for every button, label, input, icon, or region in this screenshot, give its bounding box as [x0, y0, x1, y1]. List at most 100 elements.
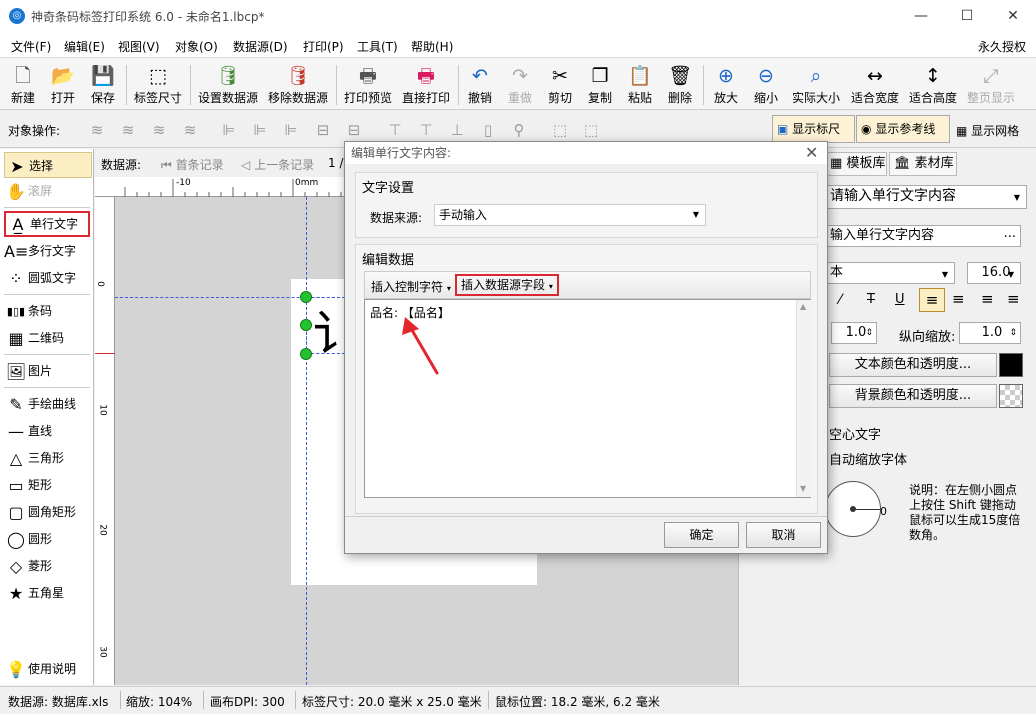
new-button[interactable]: 🗋 新建: [6, 62, 40, 108]
tool-rounded-rectangle[interactable]: ▢ 圆角矩形: [4, 499, 92, 525]
align-left-text-icon[interactable]: ≡: [919, 288, 945, 312]
fit-height-button[interactable]: ↕ 适合高度: [906, 62, 960, 108]
tab-assets[interactable]: 🏛 素材库: [889, 152, 957, 176]
remove-datasource-button[interactable]: 🛢 移除数据源: [266, 62, 330, 108]
layer-bottom-icon[interactable]: ≋: [180, 120, 200, 140]
text-type-select[interactable]: 请输入单行文字内容 ▼: [825, 185, 1027, 209]
tool-rectangle[interactable]: ▭ 矩形: [4, 472, 92, 498]
italic-icon[interactable]: ⁄: [839, 292, 841, 308]
layer-down-icon[interactable]: ≋: [149, 120, 169, 140]
prev-record-button[interactable]: ◁ 上一条记录: [241, 156, 314, 173]
close-button[interactable]: ✕: [990, 0, 1036, 32]
font-name-select[interactable]: 本 ▼: [825, 262, 955, 284]
distribute-v-icon[interactable]: ⊟: [344, 120, 364, 140]
label-size-button[interactable]: ⬚ 标签尺寸: [131, 62, 185, 108]
source-select[interactable]: 手动输入 ▼: [434, 204, 706, 226]
layer-up-icon[interactable]: ≋: [118, 120, 138, 140]
first-record-button[interactable]: ⏮ 首条记录: [161, 156, 224, 173]
tool-scroll[interactable]: ✋ 滚屏: [4, 178, 92, 204]
tool-multi-line-text[interactable]: A≡多行文字: [4, 238, 92, 264]
menu-datasource[interactable]: 数据源(D): [233, 38, 288, 55]
background-color-button[interactable]: 背景颜色和透明度...: [829, 384, 997, 408]
actual-size-button[interactable]: ⌕ 实际大小: [789, 62, 843, 108]
resize-handle-bottom[interactable]: [300, 348, 312, 360]
tool-line[interactable]: — 直线: [4, 418, 92, 444]
tool-barcode[interactable]: ▮▯▮ 条码: [4, 298, 92, 324]
maximize-button[interactable]: ☐: [944, 0, 990, 32]
align-right-icon[interactable]: ⊫: [281, 120, 301, 140]
tool-freehand[interactable]: ✎ 手绘曲线: [4, 391, 92, 417]
copy-button[interactable]: ❐ 复制: [583, 62, 617, 108]
editor-scrollbar[interactable]: ▲ ▼: [796, 300, 811, 497]
help-guide-button[interactable]: 💡 使用说明: [4, 656, 92, 682]
strikethrough-icon[interactable]: T: [867, 292, 875, 307]
align-bottom-icon[interactable]: ⊥: [447, 120, 467, 140]
fit-width-button[interactable]: ↔ 适合宽度: [848, 62, 902, 108]
resize-handle-top[interactable]: [300, 291, 312, 303]
tool-circle[interactable]: ◯ 圆形: [4, 526, 92, 552]
show-guides-toggle[interactable]: ◉ 显示参考线: [856, 115, 950, 143]
ok-button[interactable]: 确定: [664, 522, 739, 548]
redo-button[interactable]: ↷ 重做: [503, 62, 537, 108]
minimize-button[interactable]: —: [898, 0, 944, 32]
vscale-stepper[interactable]: 1.0 ⇕: [959, 322, 1021, 344]
layer-top-icon[interactable]: ≋: [87, 120, 107, 140]
cut-button[interactable]: ✂ 剪切: [543, 62, 577, 108]
font-size-select[interactable]: 16.0 ▼: [967, 262, 1021, 284]
open-button[interactable]: 📂 打开: [46, 62, 80, 108]
same-width-icon[interactable]: ▯: [478, 120, 498, 140]
zoom-out-button[interactable]: ⊖ 缩小: [749, 62, 783, 108]
full-page-button[interactable]: ⤢ 整页显示: [964, 62, 1018, 108]
text-color-swatch[interactable]: [999, 353, 1023, 377]
menu-print[interactable]: 打印(P): [303, 38, 344, 55]
menu-view[interactable]: 视图(V): [118, 38, 160, 55]
undo-button[interactable]: ↶ 撤销: [463, 62, 497, 108]
text-color-button[interactable]: 文本颜色和透明度...: [829, 353, 997, 377]
insert-control-char-button[interactable]: 插入控制字符 ▾: [371, 278, 451, 295]
dialog-close-icon[interactable]: ✕: [805, 143, 818, 162]
delete-button[interactable]: 🗑 删除: [663, 62, 697, 108]
menu-file[interactable]: 文件(F): [11, 38, 51, 55]
show-ruler-toggle[interactable]: ▣ 显示标尺: [772, 115, 855, 143]
tool-image[interactable]: 🖼 图片: [4, 358, 92, 384]
align-center-text-icon[interactable]: ≡: [952, 290, 965, 308]
menu-help[interactable]: 帮助(H): [411, 38, 453, 55]
scroll-up-icon[interactable]: ▲: [800, 302, 806, 311]
background-color-swatch[interactable]: [999, 384, 1023, 408]
underline-icon[interactable]: U: [895, 292, 905, 307]
align-right-text-icon[interactable]: ≡: [981, 290, 994, 308]
scroll-down-icon[interactable]: ▼: [800, 484, 806, 493]
menu-tools[interactable]: 工具(T): [357, 38, 398, 55]
same-height-icon[interactable]: ⚲: [509, 120, 529, 140]
justify-text-icon[interactable]: ≡: [1007, 290, 1020, 308]
menu-object[interactable]: 对象(O): [175, 38, 218, 55]
direct-print-button[interactable]: 🖶 直接打印: [400, 62, 452, 108]
save-button[interactable]: 💾 保存: [86, 62, 120, 108]
auto-scale-font-checkbox[interactable]: 自动缩放字体: [829, 449, 907, 468]
print-preview-button[interactable]: 🖶 打印预览: [342, 62, 394, 108]
align-left-icon[interactable]: ⊫: [219, 120, 239, 140]
text-content-field[interactable]: 输入单行文字内容...: [825, 225, 1021, 247]
tool-diamond[interactable]: ◇ 菱形: [4, 553, 92, 579]
tool-arc-text[interactable]: ⁘ 圆弧文字: [4, 265, 92, 291]
tab-templates[interactable]: ▦ 模板库: [825, 152, 887, 176]
show-grid-toggle[interactable]: ▦ 显示网格: [956, 122, 1019, 139]
menu-edit[interactable]: 编辑(E): [64, 38, 105, 55]
paste-button[interactable]: 📋 粘贴: [623, 62, 657, 108]
zoom-in-button[interactable]: ⊕ 放大: [709, 62, 743, 108]
insert-datasource-field-button[interactable]: 插入数据源字段 ▾: [455, 274, 559, 296]
resize-handle-middle[interactable]: [300, 319, 312, 331]
align-top-icon[interactable]: ⊤: [385, 120, 405, 140]
group-icon[interactable]: ⬚: [550, 120, 570, 140]
align-middle-icon[interactable]: ⊤: [416, 120, 436, 140]
distribute-h-icon[interactable]: ⊟: [313, 120, 333, 140]
hollow-text-checkbox[interactable]: 空心文字: [829, 424, 881, 443]
cancel-button[interactable]: 取消: [746, 522, 821, 548]
tool-star[interactable]: ★ 五角星: [4, 580, 92, 606]
align-center-icon[interactable]: ⊫: [250, 120, 270, 140]
tool-qrcode[interactable]: ▦ 二维码: [4, 325, 92, 351]
set-datasource-button[interactable]: 🛢 设置数据源: [196, 62, 260, 108]
tool-triangle[interactable]: △ 三角形: [4, 445, 92, 471]
tool-select[interactable]: ➤ 选择: [4, 152, 92, 178]
ungroup-icon[interactable]: ⬚: [581, 120, 601, 140]
